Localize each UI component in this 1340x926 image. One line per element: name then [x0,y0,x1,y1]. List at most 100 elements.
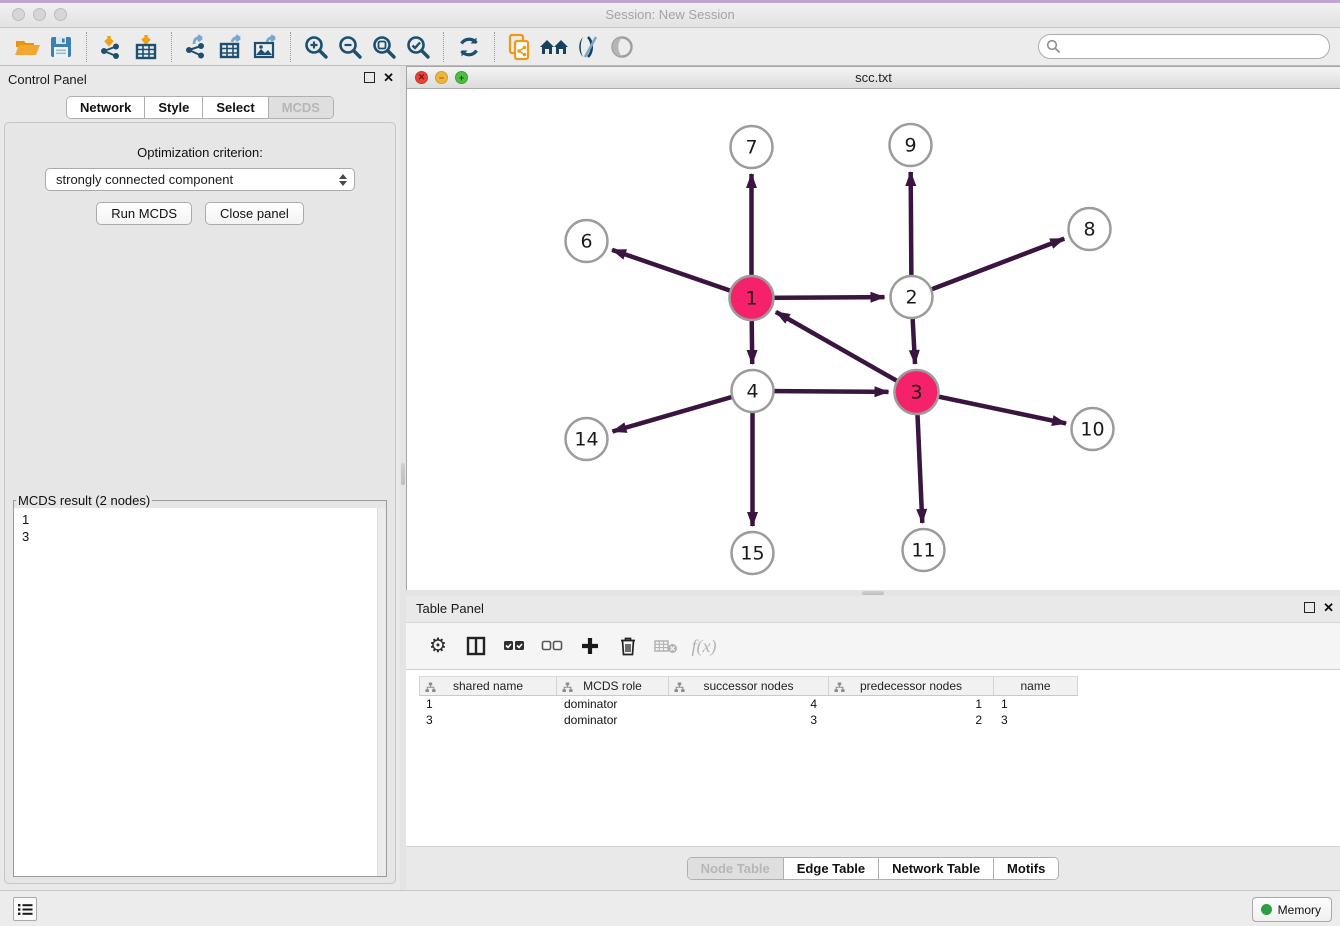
tab-select[interactable]: Select [202,97,267,118]
node-label-10: 10 [1080,419,1104,441]
node-label-4: 4 [746,381,758,403]
splitter-grip[interactable] [401,463,405,485]
vizmapper-button[interactable] [571,32,605,62]
import-network-button[interactable] [95,32,129,62]
deselect-all-button[interactable] [538,632,566,660]
node-label-8: 8 [1083,219,1095,241]
import-table-icon [133,34,159,60]
column-header-successor-nodes[interactable]: successor nodes [669,677,829,695]
control-panel-header: Control Panel ✕ [0,66,400,94]
table-panel-header: Table Panel ✕ [406,596,1340,622]
eye-icon [609,34,635,60]
network-graph[interactable]: 1234678910111415 [407,89,1340,590]
float-panel-icon[interactable] [364,72,375,83]
close-panel-button[interactable]: Close panel [205,202,304,225]
table-options-button[interactable]: ⚙ [424,632,452,660]
table-cell[interactable]: 3 [994,712,1078,728]
column-type-icon [834,682,845,693]
node-label-15: 15 [740,543,764,565]
table-panel-title: Table Panel [416,601,484,616]
toolbar-separator [171,32,172,62]
mcds-result-textarea[interactable]: 1 3 [14,508,386,876]
export-network-button[interactable] [180,32,214,62]
window-titlebar: Session: New Session [0,0,1340,28]
application-window: Session: New Session [0,0,1340,926]
tab-edge-table[interactable]: Edge Table [783,858,878,879]
table-cell[interactable]: dominator [557,712,669,728]
memory-status-icon [1261,904,1272,915]
column-type-icon [674,682,685,693]
save-session-button[interactable] [44,32,78,62]
tab-mcds[interactable]: MCDS [268,97,333,118]
table-cell[interactable]: 1 [994,696,1078,712]
tab-style[interactable]: Style [144,97,202,118]
run-mcds-button[interactable]: Run MCDS [96,202,192,225]
table-row[interactable]: 1dominator411 [419,696,1078,712]
delete-table-button[interactable] [652,632,680,660]
memory-button[interactable]: Memory [1252,897,1332,922]
table-cell[interactable]: 4 [669,696,829,712]
tab-node-table[interactable]: Node Table [688,858,783,879]
close-panel-icon[interactable]: ✕ [383,72,394,83]
hide-panels-button[interactable] [537,32,571,62]
add-column-button[interactable] [576,632,604,660]
column-header-predecessor-nodes[interactable]: predecessor nodes [829,677,994,695]
tab-motifs[interactable]: Motifs [993,858,1058,879]
table-header-row: shared nameMCDS role successor nodes prede… [419,676,1078,696]
column-visibility-button[interactable] [462,632,490,660]
node-table[interactable]: shared nameMCDS role successor nodes prede… [419,676,1078,728]
zoom-out-button[interactable] [333,32,367,62]
result-scrollbar[interactable] [377,508,386,876]
splitter-grip[interactable] [862,591,884,595]
column-header-name[interactable]: name [994,677,1078,695]
table-row[interactable]: 3dominator323 [419,712,1078,728]
delete-columns-button[interactable] [614,632,642,660]
table-cell[interactable]: 3 [419,712,557,728]
table-cell[interactable]: 3 [669,712,829,728]
node-label-7: 7 [745,137,757,159]
export-table-button[interactable] [214,32,248,62]
zoom-in-icon [303,34,329,60]
show-graphics-details-button[interactable] [605,32,639,62]
task-history-button[interactable] [13,897,37,921]
mcds-result-group: MCDS result (2 nodes) 1 3 [13,493,387,877]
zoom-selected-button[interactable] [401,32,435,62]
column-label: successor nodes [703,679,793,693]
zoom-in-button[interactable] [299,32,333,62]
table-cell[interactable]: 1 [419,696,557,712]
trash-icon [619,636,637,656]
search-input[interactable] [1038,34,1330,59]
export-table-icon [218,34,245,60]
edge-2-8[interactable] [912,239,1065,297]
column-label: name [1020,679,1050,693]
vizmapper-icon [575,34,601,60]
column-header-shared-name[interactable]: shared name [419,677,557,695]
select-all-button[interactable] [500,632,528,660]
apply-layout-button[interactable] [452,32,486,62]
close-table-panel-icon[interactable]: ✕ [1323,602,1334,613]
zoom-selected-icon [405,34,431,60]
node-label-2: 2 [905,287,917,309]
tab-network-table[interactable]: Network Table [878,858,993,879]
tab-network[interactable]: Network [67,97,144,118]
node-label-6: 6 [580,231,592,253]
zoom-fit-button[interactable] [367,32,401,62]
float-table-panel-icon[interactable] [1304,602,1315,613]
import-table-button[interactable] [129,32,163,62]
table-tabs-strip: Node TableEdge TableNetwork TableMotifs [406,846,1340,890]
criterion-dropdown[interactable]: strongly connected component [45,168,355,191]
export-image-button[interactable] [248,32,282,62]
export-network-icon [184,34,210,60]
table-cell[interactable]: dominator [557,696,669,712]
column-header-MCDS-role[interactable]: MCDS role [557,677,669,695]
zoom-out-icon [337,34,363,60]
clone-network-button[interactable] [503,32,537,62]
control-panel-tabbar: NetworkStyleSelectMCDS [66,96,334,119]
edge-3-1[interactable] [776,312,917,392]
open-session-button[interactable] [10,32,44,62]
table-cell[interactable]: 2 [829,712,994,728]
function-builder-button[interactable]: f(x) [690,632,718,660]
houses-icon [538,35,570,59]
table-cell[interactable]: 1 [829,696,994,712]
gear-icon: ⚙ [429,636,447,656]
